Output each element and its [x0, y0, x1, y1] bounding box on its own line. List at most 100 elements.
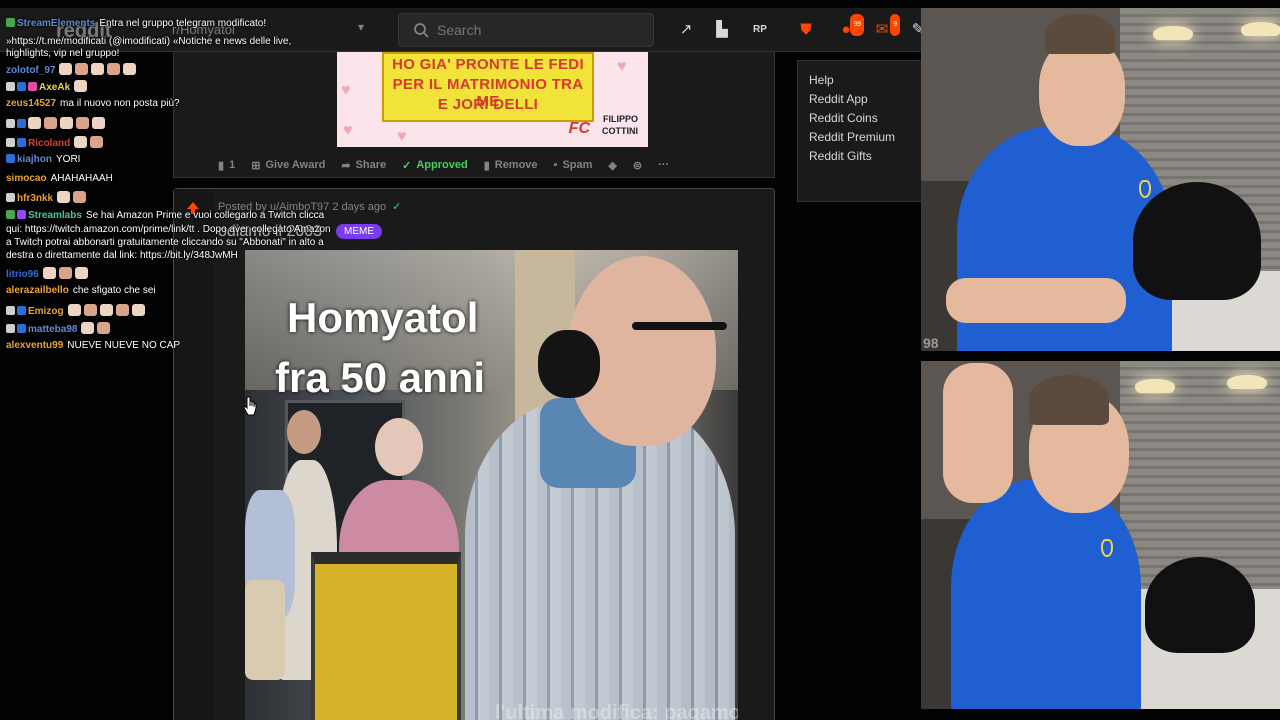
link-help[interactable]: Help [809, 73, 921, 88]
mouse-cursor-icon [243, 396, 257, 416]
remove-label: Remove [494, 159, 538, 171]
chat-username[interactable]: zolotof_97 [6, 65, 55, 76]
cam-cap [1133, 182, 1261, 300]
chat-emote-icon [99, 304, 113, 316]
chat-username[interactable]: Ricoland [28, 138, 70, 149]
chat-username[interactable]: zeus14527 [6, 98, 56, 109]
chat-username[interactable]: simocao [6, 173, 47, 184]
cam-cap [1145, 557, 1255, 653]
chat-text: AHAHAHAAH [50, 173, 113, 184]
brand-name: COTTINI [602, 126, 638, 136]
chat-badge-icon [17, 324, 26, 333]
mail-icon[interactable]: ✉ 9 [872, 14, 900, 40]
webcam-bottom [921, 361, 1280, 709]
chat-message: zolotof_97 [6, 63, 139, 78]
approved-label: Approved [416, 159, 468, 171]
chat-username[interactable]: matteba98 [28, 324, 77, 335]
image-cart [311, 552, 461, 720]
cam-person-hair [1045, 14, 1115, 54]
chat-message: destra o direttamente dal link: https://… [6, 250, 238, 263]
chat-badge-icon [6, 82, 15, 91]
chat-emote-icon [44, 117, 57, 129]
chat-badge-icon [17, 138, 26, 147]
chat-message: kiajhon YORI [6, 154, 80, 167]
link-reddit-app[interactable]: Reddit App [809, 92, 921, 107]
image-person [375, 418, 423, 476]
webcam-top: 98 [921, 8, 1280, 351]
stream-layout: reddit r/Homyatol ▾ ↗ ▙ RP ⛊ ●99 ✉9 ✎ ♥ … [0, 0, 1280, 720]
chat-badge-icon [6, 18, 15, 27]
chat-message: zeus14527 ma il nuovo non posta più? [6, 98, 180, 111]
footer-links: Help Reddit App Reddit Coins Reddit Prem… [797, 60, 921, 202]
lock-icon[interactable]: ⊜ [633, 159, 642, 172]
chat-emote-icon [58, 267, 72, 279]
stats-chart-icon[interactable]: ▙ [712, 20, 732, 40]
chat-text: ma il nuovo non posta più? [60, 98, 180, 109]
chat-emote-icon [74, 80, 88, 92]
chat-emote-icon [107, 63, 121, 75]
chat-message: StreamElements Entra nel gruppo telegram … [6, 18, 266, 31]
search-bar[interactable] [398, 13, 654, 47]
chat-emote-icon [74, 267, 88, 279]
chat-emote-icon [59, 63, 73, 75]
chat-username[interactable]: kiajhon [17, 154, 52, 165]
link-reddit-premium[interactable]: Reddit Premium [809, 130, 921, 145]
tag-icon[interactable]: ◆ [608, 159, 616, 172]
chat-text: a Twitch potrai abbonarti gratuitamente … [6, 237, 324, 248]
cam-person-arm [946, 278, 1126, 323]
chat-count-badge: 99 [850, 14, 864, 36]
chat-emote-icon [28, 117, 41, 129]
chat-username[interactable]: hfr3nkk [17, 193, 53, 204]
chat-badge-icon [6, 324, 15, 333]
chat-username[interactable]: litrio96 [6, 269, 39, 280]
chat-text: YORI [56, 154, 81, 165]
chat-badge-icon [17, 306, 26, 315]
cam-overlay-text: 98 [923, 335, 939, 351]
chat-emote-icon [73, 191, 87, 203]
chat-message: Ricoland [6, 136, 106, 151]
cam-person-jersey [951, 479, 1141, 709]
cam-person-face [1039, 38, 1125, 146]
chat-badge-icon [17, 210, 26, 219]
chat-emote-icon [92, 117, 105, 129]
spam-icon: ▪ [553, 159, 558, 171]
mod-shield-icon[interactable]: ⛊ [796, 20, 816, 40]
chat-emote-icon [75, 63, 89, 75]
remove-button[interactable]: ▮ Remove [484, 159, 538, 172]
brand-logo: FC [568, 120, 590, 137]
chat-emote-icon [74, 136, 88, 148]
mail-count-badge: 9 [890, 14, 900, 36]
chat-username[interactable]: alerazailbello [6, 285, 69, 296]
chat-emote-icon [76, 117, 89, 129]
chat-message: hfr3nkk [6, 191, 89, 206]
chat-text: destra o direttamente dal link: https://… [6, 250, 238, 261]
chat-username[interactable]: alexventu99 [6, 340, 63, 351]
image-person [287, 410, 321, 454]
link-reddit-coins[interactable]: Reddit Coins [809, 111, 921, 126]
spam-button[interactable]: ▪ Spam [554, 159, 593, 171]
chat-message: »https://t.me/modificati (@imodificati) … [6, 36, 291, 49]
more-options-icon[interactable]: ··· [658, 159, 669, 171]
cam-person-arm [943, 363, 1013, 503]
chat-username[interactable]: Emizog [28, 306, 64, 317]
popular-trend-icon[interactable]: ↗ [676, 20, 696, 40]
chat-text: Se hai Amazon Prime e vuoi collegarlo a … [85, 210, 325, 221]
chat-emote-icon [131, 304, 145, 316]
chat-message: Streamlabs Se hai Amazon Prime e vuoi col… [6, 210, 324, 223]
chat-username[interactable]: AxeAk [39, 82, 70, 93]
rpan-icon[interactable]: RP [750, 20, 770, 40]
chat-badge-icon [17, 119, 26, 128]
chat-text: »https://t.me/modificati (@imodificati) … [6, 36, 292, 47]
chat-username[interactable]: Streamlabs [28, 210, 82, 221]
heart-icon: ♥ [617, 58, 627, 75]
pencil-icon[interactable]: ✎ [908, 20, 921, 40]
chat-badge-icon [6, 306, 15, 315]
chat-message: matteba98 [6, 322, 113, 337]
chat-badge-icon [17, 82, 26, 91]
search-input[interactable] [437, 22, 637, 38]
chat-message: Emizog [6, 304, 148, 319]
link-reddit-gifts[interactable]: Reddit Gifts [809, 149, 921, 164]
chat-icon[interactable]: ● 99 [836, 14, 864, 40]
chat-username[interactable]: StreamElements [17, 18, 95, 29]
chat-text: qui: https://twitch.amazon.com/prime/lin… [6, 224, 331, 235]
